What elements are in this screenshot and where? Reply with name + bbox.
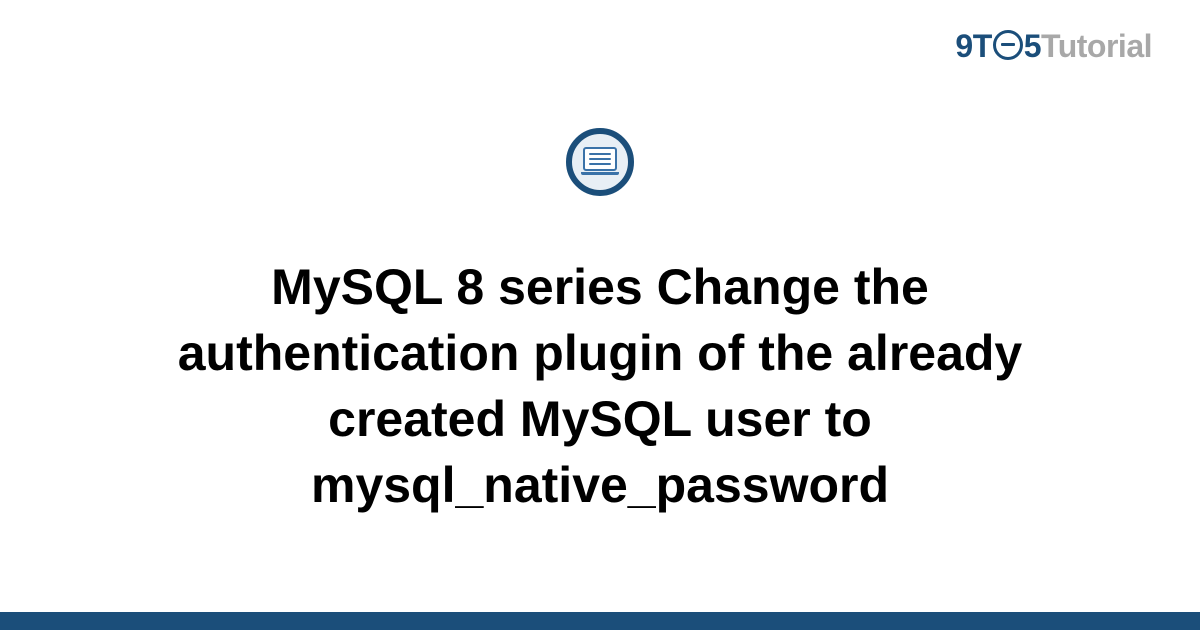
logo-circle-bar — [1001, 43, 1015, 46]
logo-text-9t: 9T — [955, 28, 991, 65]
footer-accent-bar — [0, 612, 1200, 630]
laptop-base — [581, 172, 619, 175]
article-title: MySQL 8 series Change the authentication… — [90, 254, 1110, 518]
laptop-text-line — [589, 158, 611, 160]
logo-text-5: 5 — [1024, 28, 1041, 65]
tutorial-badge-icon — [566, 128, 634, 196]
laptop-screen — [583, 147, 617, 171]
laptop-text-line — [589, 153, 611, 155]
site-logo: 9T 5 Tutorial — [955, 28, 1152, 65]
main-content: MySQL 8 series Change the authentication… — [0, 128, 1200, 518]
laptop-icon — [581, 147, 619, 177]
logo-circle-icon — [993, 30, 1023, 60]
logo-text-tutorial: Tutorial — [1041, 28, 1152, 65]
laptop-text-line — [589, 163, 611, 165]
